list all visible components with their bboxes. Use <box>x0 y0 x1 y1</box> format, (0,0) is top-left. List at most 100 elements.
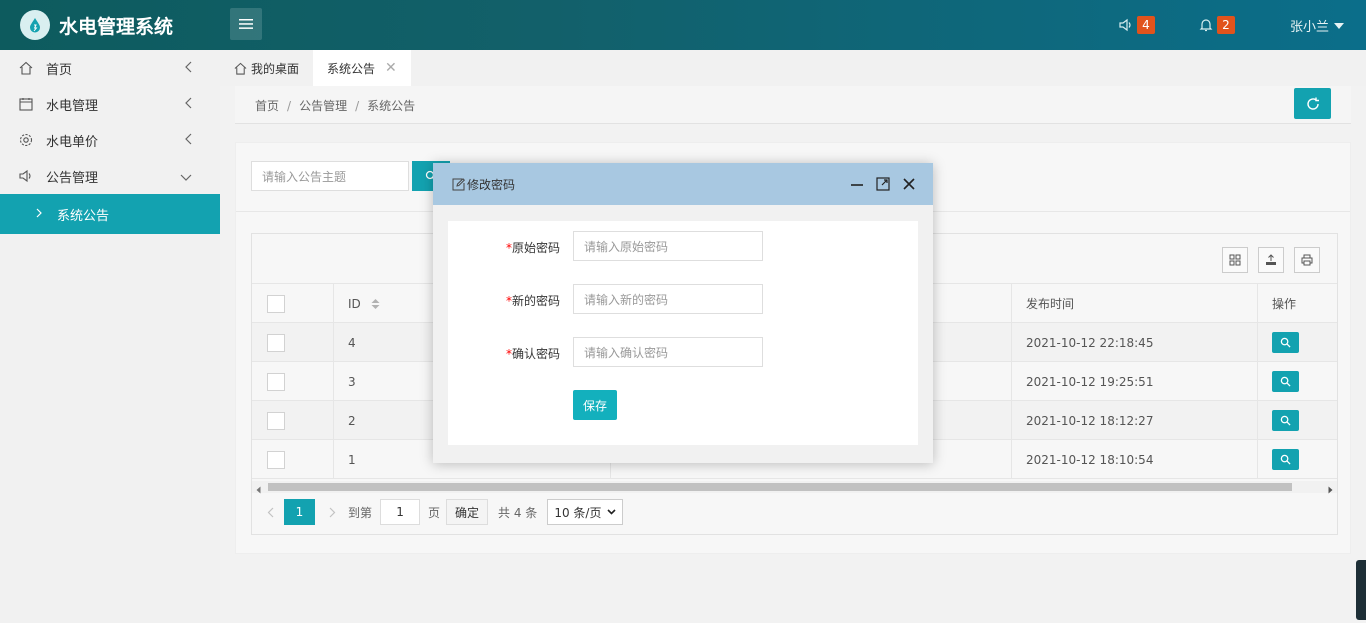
row-checkbox[interactable] <box>267 333 285 352</box>
close-icon[interactable]: ✕ <box>385 60 397 76</box>
export-button[interactable] <box>1258 247 1284 273</box>
select-all-checkbox[interactable] <box>267 294 285 313</box>
cell-time: 2021-10-12 19:25:51 <box>1026 374 1154 389</box>
sidebar-item-system-notice[interactable]: 系统公告 <box>0 194 220 234</box>
new-password-input[interactable]: 请输入新的密码 <box>573 284 763 314</box>
sidebar-item-label: 系统公告 <box>57 208 110 224</box>
sidebar-item-home[interactable]: 首页 <box>0 50 220 86</box>
chevron-left-icon <box>184 61 192 77</box>
column-action: 操作 <box>1272 297 1297 311</box>
notification-badge: 2 <box>1217 16 1235 34</box>
chevron-down-icon <box>1334 22 1344 29</box>
old-password-input[interactable]: 请输入原始密码 <box>573 231 763 261</box>
row-checkbox[interactable] <box>267 372 285 391</box>
app-title: 水电管理系统 <box>59 15 174 38</box>
export-icon <box>1266 254 1276 265</box>
printer-icon <box>1301 254 1313 266</box>
tab-desktop[interactable]: 我的桌面 <box>220 50 313 86</box>
cell-id: 4 <box>348 335 356 350</box>
columns-button[interactable] <box>1222 247 1248 273</box>
page-suffix: 页 <box>428 505 441 520</box>
search-icon <box>1280 415 1291 426</box>
sort-icon[interactable] <box>371 298 380 310</box>
sidebar-item-price[interactable]: 水电单价 <box>0 122 220 158</box>
old-password-label: *原始密码 <box>506 241 561 255</box>
dialog-header[interactable]: 修改密码 <box>433 163 933 205</box>
gear-icon <box>18 132 34 148</box>
cell-id: 2 <box>348 413 356 428</box>
chevron-down-icon <box>180 171 192 186</box>
cell-time: 2021-10-12 18:10:54 <box>1026 452 1154 467</box>
announcement-badge: 4 <box>1137 16 1155 34</box>
cell-time: 2021-10-12 22:18:45 <box>1026 335 1154 350</box>
maximize-icon[interactable] <box>875 176 891 192</box>
speaker-icon <box>18 168 34 184</box>
dialog-title: 修改密码 <box>467 177 516 192</box>
search-input[interactable]: 请输入公告主题 <box>251 161 409 191</box>
dialog-body: *原始密码 请输入原始密码 *新的密码 请输入新的密码 *确认密码 请输入确认密… <box>448 221 918 445</box>
water-drop-icon <box>20 10 50 40</box>
close-icon[interactable] <box>901 176 917 192</box>
cell-id: 3 <box>348 374 356 389</box>
notification-button[interactable]: 2 <box>1199 16 1235 34</box>
confirm-password-input[interactable]: 请输入确认密码 <box>573 337 763 367</box>
breadcrumb-item[interactable]: 公告管理 <box>299 99 347 113</box>
cell-time: 2021-10-12 18:12:27 <box>1026 413 1154 428</box>
print-button[interactable] <box>1294 247 1320 273</box>
chevron-left-icon <box>184 133 192 149</box>
sidebar-item-notice[interactable]: 公告管理 <box>0 158 220 194</box>
goto-page-input[interactable]: 1 <box>380 499 421 525</box>
view-button[interactable] <box>1272 410 1299 431</box>
page-number-current[interactable]: 1 <box>284 499 315 525</box>
confirm-password-row: *确认密码 请输入确认密码 <box>448 337 918 367</box>
scrollbar-thumb[interactable] <box>268 483 1292 491</box>
page-size-select[interactable]: 10 条/页 <box>547 499 624 525</box>
sidebar-item-label: 公告管理 <box>46 170 99 186</box>
sidebar-item-label: 水电管理 <box>46 98 99 114</box>
breadcrumb: 首页 / 公告管理 / 系统公告 <box>255 99 416 113</box>
pagination: 1 到第 1 页 确定 共 4 条 10 条/页 <box>267 499 624 525</box>
hamburger-icon <box>239 19 253 29</box>
home-icon <box>234 62 247 75</box>
view-button[interactable] <box>1272 371 1299 392</box>
search-icon <box>1280 337 1291 348</box>
change-password-dialog: 修改密码 *原始密码 请输入原始密码 *新的密码 请输入新的密码 *确认密码 请… <box>433 163 933 463</box>
scroll-left-icon[interactable] <box>256 483 261 498</box>
refresh-button[interactable] <box>1294 88 1331 119</box>
tab-bar: 我的桌面 系统公告 ✕ <box>220 50 1366 86</box>
row-checkbox[interactable] <box>267 450 285 469</box>
user-menu[interactable]: 张小兰 <box>1290 16 1344 35</box>
prev-page-icon[interactable] <box>267 507 274 518</box>
menu-toggle-button[interactable] <box>230 8 262 40</box>
search-row: 请输入公告主题 <box>251 161 450 191</box>
sidebar-item-label: 水电单价 <box>46 134 99 150</box>
row-checkbox[interactable] <box>267 411 285 430</box>
new-password-row: *新的密码 请输入新的密码 <box>448 284 918 314</box>
scroll-right-icon[interactable] <box>1328 483 1333 498</box>
save-button[interactable]: 保存 <box>573 390 617 420</box>
speaker-icon <box>1119 18 1131 32</box>
column-id[interactable]: ID <box>348 284 380 323</box>
chevron-left-icon <box>184 97 192 113</box>
announcement-button[interactable]: 4 <box>1119 16 1155 34</box>
next-page-icon[interactable] <box>329 507 336 518</box>
tab-system-notice[interactable]: 系统公告 ✕ <box>313 50 411 86</box>
view-button[interactable] <box>1272 332 1299 353</box>
calendar-icon <box>18 96 34 112</box>
sidebar: 首页 水电管理 水电单价 公告管理 系统公告 <box>0 50 220 623</box>
horizontal-scrollbar[interactable] <box>252 481 1337 494</box>
edit-icon <box>452 177 465 191</box>
grid-icon <box>1229 254 1241 266</box>
app-logo: 水电管理系统 <box>20 10 173 40</box>
view-button[interactable] <box>1272 449 1299 470</box>
sidebar-item-label: 首页 <box>46 62 73 78</box>
side-widget[interactable] <box>1356 560 1366 620</box>
search-icon <box>1280 454 1291 465</box>
breadcrumb-item[interactable]: 首页 <box>255 99 279 113</box>
goto-confirm-button[interactable]: 确定 <box>446 499 489 525</box>
chevron-down-icon <box>607 509 617 515</box>
new-password-label: *新的密码 <box>506 294 561 308</box>
minimize-icon[interactable] <box>849 176 865 192</box>
sidebar-item-utility[interactable]: 水电管理 <box>0 86 220 122</box>
tab-label: 系统公告 <box>327 61 376 76</box>
